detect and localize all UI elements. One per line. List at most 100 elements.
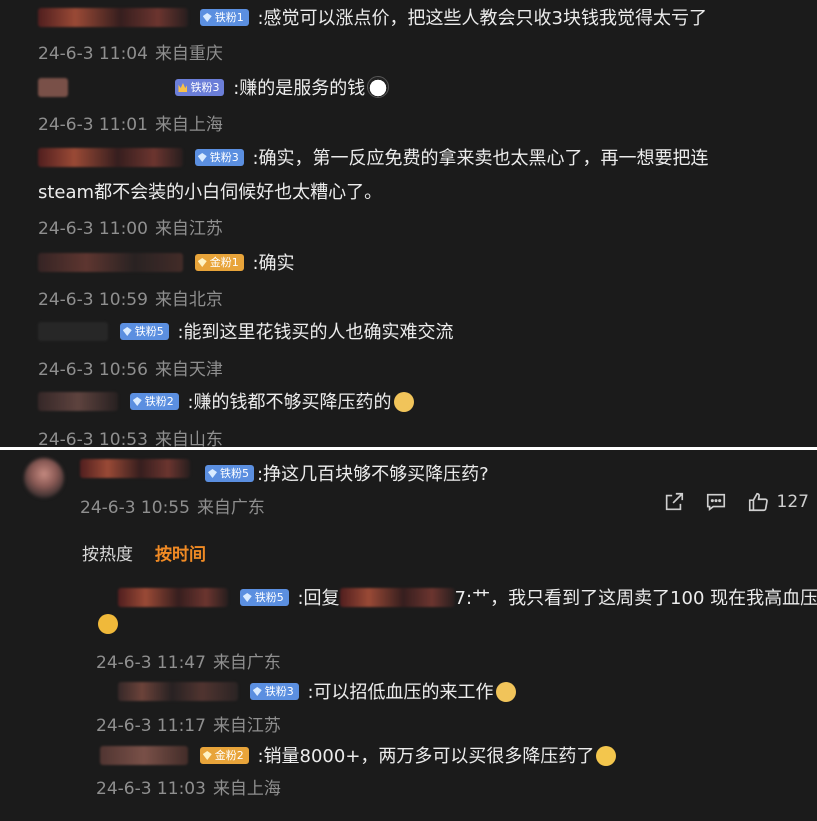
location: 来自广东 — [196, 498, 265, 518]
like-button[interactable]: 127 — [747, 491, 809, 513]
comment-text-continued: steam都不会装的小白伺候好也太糟心了。 — [38, 182, 383, 203]
comment-text: :确实 — [252, 253, 295, 274]
reply-line: 铁粉3 :可以招低血压的来工作 — [118, 678, 516, 704]
comment-text: :感觉可以涨点价，把这些人教会只收3块钱我觉得太亏了 — [257, 8, 707, 29]
location: 来自天津 — [154, 360, 223, 380]
comment-line: 铁粉5 :能到这里花钱买的人也确实难交流 — [38, 318, 454, 344]
location: 来自上海 — [212, 779, 281, 799]
fan-badge[interactable]: 金粉1 — [194, 254, 244, 271]
comment-line: 铁粉2 :赚的钱都不够买降压药的 — [38, 388, 414, 414]
username-redacted[interactable] — [118, 588, 228, 607]
comment-actions: 127 — [663, 491, 809, 513]
gem-icon — [252, 687, 262, 696]
fan-badge[interactable]: 铁粉2 — [129, 393, 179, 410]
gem-icon — [242, 593, 252, 602]
main-comment-line: 铁粉5:挣这几百块够不够买降压药? — [205, 460, 489, 486]
username-redacted[interactable] — [38, 322, 108, 341]
location: 来自广东 — [212, 653, 281, 673]
main-comment-text: :挣这几百块够不够买降压药? — [257, 464, 489, 485]
timestamp: 24-6-3 11:03 — [96, 779, 206, 799]
main-comment-user — [80, 459, 190, 479]
reply-meta: 24-6-3 11:47 来自广东 — [96, 648, 281, 673]
location: 来自北京 — [154, 290, 223, 310]
gem-icon — [197, 153, 207, 162]
comment-text: :能到这里花钱买的人也确实难交流 — [177, 322, 454, 343]
sort-tabs: 按热度 按时间 — [82, 540, 206, 565]
gem-icon — [202, 751, 212, 760]
fan-badge[interactable]: 铁粉1 — [199, 9, 249, 26]
username-redacted[interactable] — [118, 682, 238, 701]
panda-emoji-icon — [367, 76, 390, 98]
fan-badge[interactable]: 金粉2 — [199, 747, 249, 764]
comment-meta: 24-6-3 11:04 来自重庆 — [38, 39, 223, 64]
timestamp: 24-6-3 11:01 — [38, 115, 148, 135]
clap-emoji-icon — [98, 614, 118, 634]
comment-line: 铁粉1 :感觉可以涨点价，把这些人教会只收3块钱我觉得太亏了 — [38, 4, 707, 30]
fan-badge[interactable]: 铁粉3 — [249, 683, 299, 700]
location: 来自山东 — [154, 430, 223, 447]
comment-line: 铁粉3 :赚的是服务的钱 — [38, 74, 390, 100]
tab-hot[interactable]: 按热度 — [82, 545, 133, 565]
fan-badge[interactable]: 铁粉5 — [119, 323, 169, 340]
location: 来自江苏 — [154, 219, 223, 239]
avatar[interactable] — [24, 458, 64, 498]
timestamp: 24-6-3 11:04 — [38, 44, 148, 64]
tab-time[interactable]: 按时间 — [155, 545, 206, 565]
fan-badge[interactable]: 铁粉5 — [239, 589, 289, 606]
reply-text-b: 7:艹，我只看到了这周卖了100 现在我高血压了 — [454, 588, 817, 609]
timestamp: 24-6-3 10:53 — [38, 430, 148, 447]
comment-line: 金粉1 :确实 — [38, 249, 295, 275]
comment-text: :赚的是服务的钱 — [233, 78, 366, 99]
fan-badge[interactable]: 铁粉3 — [194, 149, 244, 166]
gem-icon — [208, 469, 217, 478]
doge-emoji-icon — [393, 392, 414, 412]
reply-line: 铁粉5 :回复 7:艹，我只看到了这周卖了100 现在我高血压了 — [118, 584, 817, 610]
username-redacted[interactable] — [38, 8, 188, 27]
username-redacted[interactable] — [38, 392, 118, 411]
share-icon[interactable] — [663, 491, 685, 513]
username-redacted[interactable] — [38, 148, 183, 167]
crown-icon — [178, 83, 188, 92]
thumbs-up-icon — [748, 492, 768, 512]
gem-icon — [202, 13, 212, 22]
sad-emoji-icon — [596, 746, 617, 766]
comment-meta: 24-6-3 10:53 来自山东 — [38, 425, 223, 447]
location: 来自江苏 — [212, 716, 281, 736]
reply-meta: 24-6-3 11:17 来自江苏 — [96, 711, 281, 736]
comment-text: :确实，第一反应免费的拿来卖也太黑心了，再一想要把连 — [252, 148, 709, 169]
comment-icon[interactable] — [705, 491, 727, 513]
timestamp: 24-6-3 10:56 — [38, 360, 148, 380]
comment-meta: 24-6-3 10:59 来自北京 — [38, 285, 223, 310]
reply-text: :回复 — [297, 588, 340, 609]
location: 来自重庆 — [154, 44, 223, 64]
like-count: 127 — [776, 492, 809, 512]
gem-icon — [197, 258, 207, 267]
comment-line: 铁粉3 :确实，第一反应免费的拿来卖也太黑心了，再一想要把连 — [38, 144, 709, 170]
timestamp: 24-6-3 10:55 — [80, 498, 190, 518]
timestamp: 24-6-3 11:47 — [96, 653, 206, 673]
timestamp: 24-6-3 11:17 — [96, 716, 206, 736]
timestamp: 24-6-3 11:00 — [38, 219, 148, 239]
reply-target-redacted[interactable] — [339, 588, 455, 607]
comment-thread: 铁粉5:挣这几百块够不够买降压药? 24-6-3 10:55 来自广东 127 按… — [0, 450, 817, 821]
comment-meta: 24-6-3 11:00 来自江苏 — [38, 214, 223, 239]
gem-icon — [122, 327, 132, 336]
comment-meta: 24-6-3 10:56 来自天津 — [38, 355, 223, 380]
username-redacted[interactable] — [38, 253, 183, 272]
reply-line: 金粉2 :销量8000+，两万多可以买很多降压药了 — [100, 742, 617, 768]
username-redacted[interactable] — [80, 459, 190, 478]
username-redacted[interactable] — [38, 78, 68, 97]
comment-meta: 24-6-3 11:01 来自上海 — [38, 110, 223, 135]
main-comment-meta: 24-6-3 10:55 来自广东 — [80, 493, 265, 518]
reply-text: :销量8000+，两万多可以买很多降压药了 — [257, 746, 595, 767]
reply-text: :可以招低血压的来工作 — [307, 682, 494, 703]
doge-emoji-icon — [495, 682, 516, 702]
username-redacted[interactable] — [100, 746, 188, 765]
comment-list-top: 铁粉1 :感觉可以涨点价，把这些人教会只收3块钱我觉得太亏了 24-6-3 11… — [0, 0, 817, 447]
gem-icon — [132, 397, 142, 406]
reply-meta: 24-6-3 11:03 来自上海 — [96, 774, 281, 799]
fan-badge[interactable]: 铁粉3 — [175, 79, 225, 96]
fan-badge[interactable]: 铁粉5 — [205, 465, 254, 482]
timestamp: 24-6-3 10:59 — [38, 290, 148, 310]
comment-text: :赚的钱都不够买降压药的 — [187, 392, 392, 413]
